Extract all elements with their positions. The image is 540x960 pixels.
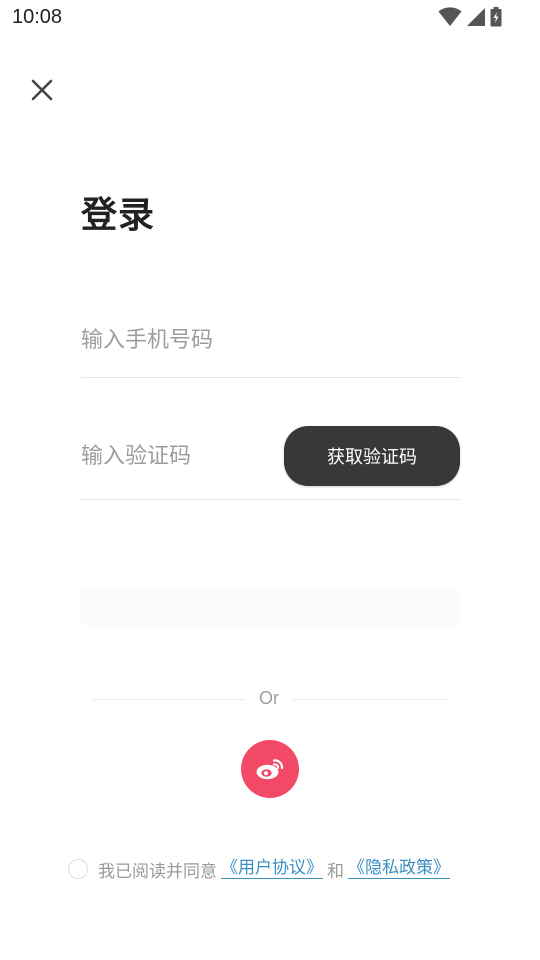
weibo-icon (256, 759, 284, 780)
divider-line-right (293, 699, 447, 700)
user-agreement-link[interactable]: 《用户协议》 (221, 859, 323, 879)
wifi-icon (438, 7, 462, 26)
status-time: 10:08 (12, 6, 63, 28)
login-button[interactable] (81, 588, 460, 626)
close-button[interactable] (26, 74, 58, 106)
page-title: 登录 (81, 195, 156, 236)
weibo-login-button[interactable] (241, 740, 299, 798)
agreement-row: 我已阅读并同意 《用户协议》 和 《隐私政策》 (68, 856, 454, 882)
phone-input[interactable] (81, 324, 460, 356)
get-code-button[interactable]: 获取验证码 (284, 426, 460, 486)
close-icon (31, 79, 53, 101)
code-field: 获取验证码 (81, 426, 460, 500)
or-text: Or (259, 688, 279, 708)
status-icons (438, 7, 502, 27)
agreement-prefix: 我已阅读并同意 (98, 861, 217, 882)
code-input[interactable] (81, 440, 281, 472)
signal-icon (467, 8, 485, 26)
agreement-checkbox[interactable] (68, 859, 88, 879)
status-bar: 10:08 (0, 0, 540, 36)
agreement-conjunction: 和 (327, 861, 344, 882)
privacy-policy-link[interactable]: 《隐私政策》 (348, 859, 450, 879)
or-divider: Or (93, 688, 447, 712)
phone-field (81, 310, 460, 378)
battery-icon (490, 7, 502, 27)
divider-line-left (93, 699, 245, 700)
